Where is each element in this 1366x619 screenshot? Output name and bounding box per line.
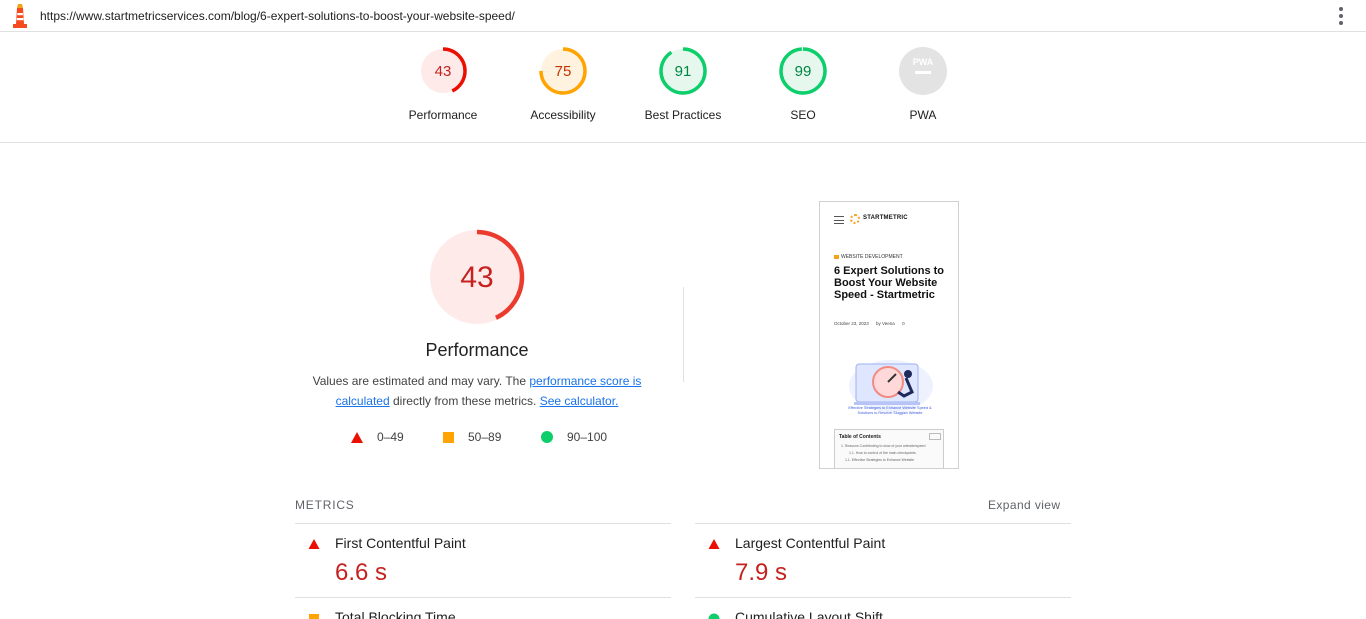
thumb-toc-line: 1.1. How to control of the main checkpoi… <box>849 451 916 455</box>
gauge-seo-ring: 99 <box>779 47 827 95</box>
pass-circle-icon <box>541 431 553 443</box>
top-bar: https://www.startmetricservices.com/blog… <box>0 0 1366 32</box>
gauge-accessibility-score: 75 <box>555 63 572 80</box>
fail-triangle-icon <box>308 539 320 549</box>
thumb-brand: STARTMETRIC <box>863 215 908 221</box>
gauge-accessibility-ring: 75 <box>539 47 587 95</box>
legend-fail: 0–49 <box>351 430 404 444</box>
thumb-date: October 23, 2023 <box>834 321 869 326</box>
gauge-performance-label: Performance <box>408 108 478 122</box>
gauge-best-practices-ring: 91 <box>659 47 707 95</box>
thumb-toc-line: 1. Reasons Contributing to slow of your … <box>841 444 926 448</box>
divider <box>295 523 671 524</box>
metric-lcp-value: 7.9 s <box>735 559 788 586</box>
page-screenshot-thumbnail[interactable]: STARTMETRIC WEBSITE DEVELOPMENT 6 Expert… <box>819 201 959 469</box>
score-summary: 43 Performance 75 Accessibility 91 Best … <box>0 32 1366 143</box>
gauge-accessibility[interactable]: 75 Accessibility <box>513 46 613 122</box>
performance-title: Performance <box>425 340 529 360</box>
legend-pass: 90–100 <box>541 430 607 444</box>
divider <box>295 597 671 598</box>
see-calculator-link[interactable]: See calculator. <box>540 394 619 408</box>
metric-lcp-title: Largest Contentful Paint <box>735 535 886 551</box>
gauge-accessibility-label: Accessibility <box>530 108 596 122</box>
gauge-seo-score: 99 <box>795 63 812 80</box>
fail-triangle-icon <box>708 539 720 549</box>
desc-text-middle: directly from these metrics. <box>389 394 540 408</box>
gauge-seo[interactable]: 99 SEO <box>753 46 853 122</box>
thumb-meta: October 23, 2023 by Veena 0 <box>834 321 911 326</box>
legend-average-range: 50–89 <box>468 430 502 444</box>
desc-text-prefix: Values are estimated and may vary. The <box>312 374 530 388</box>
metrics-heading: METRICS <box>295 498 355 512</box>
gauge-performance-score: 43 <box>435 63 452 80</box>
gauge-best-practices[interactable]: 91 Best Practices <box>633 46 733 122</box>
toc-toggle-icon <box>929 433 941 440</box>
svg-text:PWA: PWA <box>913 57 934 67</box>
kebab-menu-icon[interactable] <box>1331 6 1351 26</box>
metric-fcp-value: 6.6 s <box>335 559 388 586</box>
thumb-category: WEBSITE DEVELOPMENT <box>834 254 903 260</box>
average-square-icon <box>443 431 454 443</box>
legend-average: 50–89 <box>443 430 501 444</box>
expand-view-button[interactable]: Expand view <box>988 498 1060 512</box>
thumb-comments: 0 <box>902 321 905 326</box>
gauge-pwa[interactable]: PWA PWA <box>873 46 973 122</box>
thumb-toc-heading: Table of Contents <box>839 434 881 440</box>
divider <box>695 597 1071 598</box>
average-square-icon <box>309 614 319 619</box>
pass-circle-icon <box>708 613 720 619</box>
metric-cls-title: Cumulative Layout Shift <box>735 609 883 619</box>
gauge-performance-ring: 43 <box>419 47 467 95</box>
legend-fail-range: 0–49 <box>377 430 404 444</box>
thumb-author: by Veena <box>876 321 895 326</box>
gauge-performance[interactable]: 43 Performance <box>393 46 493 122</box>
legend-pass-range: 90–100 <box>567 430 608 444</box>
hamburger-icon <box>834 216 844 224</box>
divider <box>695 523 1071 524</box>
gauge-best-practices-label: Best Practices <box>644 108 722 122</box>
thumb-title: 6 Expert Solutions to Boost Your Website… <box>834 265 945 301</box>
gauge-seo-label: SEO <box>790 108 816 122</box>
thumb-caption: Effective Strategies to Enhance Website … <box>848 406 932 415</box>
startmetric-logo-icon <box>850 214 860 224</box>
page-url: https://www.startmetricservices.com/blog… <box>40 9 515 23</box>
thumb-toc-line: 1.1. Effective Strategies to Enhance Web… <box>845 458 915 462</box>
metric-tbt-title: Total Blocking Time <box>335 609 456 619</box>
gauge-pwa-label: PWA <box>909 108 937 122</box>
pwa-badge-icon: PWA <box>899 47 947 95</box>
vertical-divider <box>683 287 684 382</box>
gauge-best-practices-score: 91 <box>675 63 692 80</box>
thumb-toc: Table of Contents 1. Reasons Contributin… <box>834 429 944 468</box>
lighthouse-icon <box>13 4 27 28</box>
performance-score: 43 <box>460 261 493 294</box>
performance-gauge: 43 <box>429 229 525 325</box>
performance-description: Values are estimated and may vary. The p… <box>300 371 654 411</box>
fail-triangle-icon <box>351 431 363 443</box>
metric-fcp-title: First Contentful Paint <box>335 535 466 551</box>
